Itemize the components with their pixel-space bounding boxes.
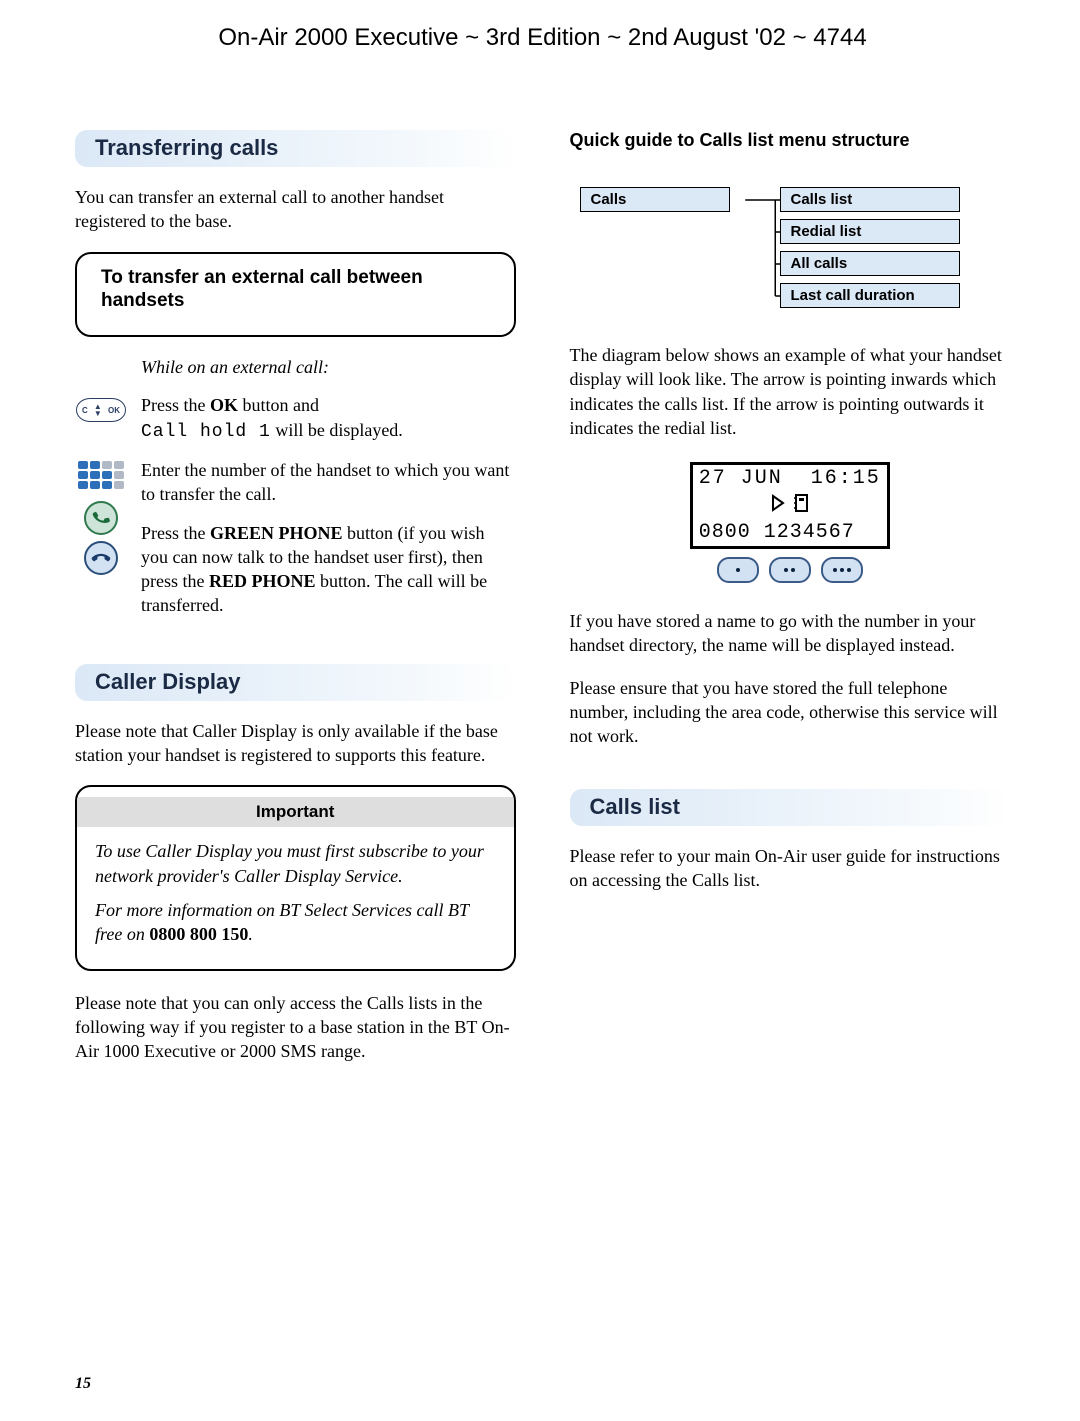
- hs-date: 27 JUN: [699, 467, 783, 490]
- important-p2: For more information on BT Select Servic…: [95, 898, 496, 947]
- tree-item-2: All calls: [780, 251, 960, 276]
- handset-display-example: 27 JUN 16:15 0800 1234567: [570, 462, 1011, 583]
- text-stored-name: If you have stored a name to go with the…: [570, 609, 1011, 658]
- spacer-icon: [75, 355, 127, 389]
- text-transfer-intro: You can transfer an external call to ano…: [75, 185, 516, 234]
- left-column: Transferring calls You can transfer an e…: [75, 130, 516, 1081]
- text-cd-intro: Please note that Caller Display is only …: [75, 719, 516, 768]
- softkey-1-icon: [717, 557, 759, 583]
- page-number: 15: [75, 1375, 91, 1393]
- text-calls-list: Please refer to your main On-Air user gu…: [570, 844, 1011, 893]
- hs-number: 0800 1234567: [699, 521, 881, 544]
- quick-guide-title: Quick guide to Calls list menu structure: [570, 130, 1011, 151]
- heading-transferring-calls: Transferring calls: [75, 130, 516, 167]
- softkey-2-icon: [769, 557, 811, 583]
- menu-tree-diagram: Calls Calls list Redial list All calls L…: [580, 187, 1011, 317]
- heading-caller-display: Caller Display: [75, 664, 516, 701]
- heading-calls-list: Calls list: [570, 789, 1011, 826]
- phonebook-icon: [793, 494, 809, 519]
- step-2-text: Enter the number of the handset to which…: [141, 458, 516, 507]
- tree-item-1: Redial list: [780, 219, 960, 244]
- keypad-icon: [75, 458, 127, 492]
- tree-root: Calls: [580, 187, 730, 212]
- tree-item-3: Last call duration: [780, 283, 960, 308]
- step-lead: While on an external call:: [141, 355, 329, 379]
- text-ensure-full-number: Please ensure that you have stored the f…: [570, 676, 1011, 749]
- page-header: On-Air 2000 Executive ~ 3rd Edition ~ 2n…: [75, 24, 1010, 52]
- hs-time: 16:15: [811, 467, 881, 490]
- right-column: Quick guide to Calls list menu structure…: [570, 130, 1011, 1081]
- phone-buttons-icon: [75, 521, 127, 555]
- softkey-3-icon: [821, 557, 863, 583]
- callout-transfer: To transfer an external call between han…: [75, 252, 516, 338]
- important-p1: To use Caller Display you must first sub…: [95, 839, 496, 888]
- step-3-text: Press the GREEN PHONE button (if you wis…: [141, 521, 516, 618]
- callout-transfer-head: To transfer an external call between han…: [95, 254, 496, 324]
- arrow-in-icon: [771, 494, 787, 519]
- step-1-text: Press the OK button and Call hold 1 will…: [141, 393, 403, 444]
- text-diagram-desc: The diagram below shows an example of wh…: [570, 343, 1011, 440]
- important-title: Important: [77, 797, 514, 827]
- steps-list: While on an external call: C ▲▼ OK Press…: [75, 355, 516, 618]
- tree-item-0: Calls list: [780, 187, 960, 212]
- text-cd-note: Please note that you can only access the…: [75, 991, 516, 1064]
- nav-button-icon: C ▲▼ OK: [75, 393, 127, 427]
- callout-important: Important To use Caller Display you must…: [75, 785, 516, 970]
